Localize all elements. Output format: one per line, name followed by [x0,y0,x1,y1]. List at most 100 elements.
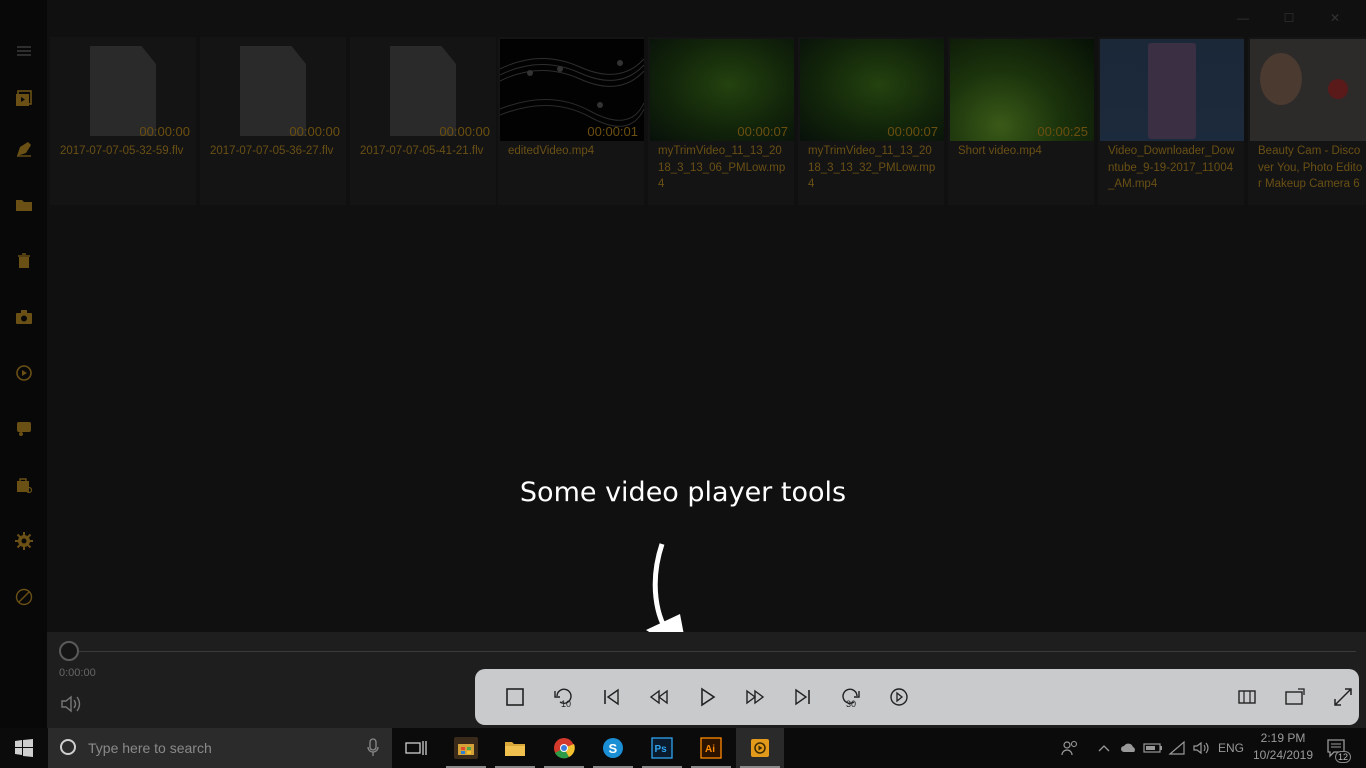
trash-icon[interactable] [12,249,36,273]
fast-forward-button[interactable] [741,683,769,711]
volume-icon[interactable] [59,694,83,714]
video-duration: 00:00:07 [887,124,938,139]
audio-convert-icon[interactable] [12,361,36,385]
close-button[interactable]: ✕ [1312,4,1358,32]
rewind-button[interactable] [645,683,673,711]
thumbnail-preview [1100,39,1244,141]
clock-date: 10/24/2019 [1252,748,1314,762]
phone-screen-image [1148,43,1196,139]
video-thumbnail[interactable]: 00:00:07 myTrimVideo_11_13_2018_3_13_06_… [648,37,794,205]
wifi-icon [1168,740,1185,755]
taskbar-photoshop[interactable]: Ps [638,728,686,768]
onedrive-tray[interactable] [1118,728,1140,768]
maximize-button[interactable]: ☐ [1266,4,1312,32]
video-thumbnail[interactable]: Video_Downloader_Downtube_9-19-2017_1100… [1098,37,1244,205]
task-view-icon [405,741,427,755]
video-filename: myTrimVideo_11_13_2018_3_13_06_PMLow.mp4 [658,145,786,190]
search-icon [60,739,76,755]
edit-icon[interactable] [12,137,36,161]
previous-button[interactable] [597,683,625,711]
show-hidden-icons-button[interactable] [1094,728,1114,768]
stop-button[interactable] [501,683,529,711]
input-language[interactable]: ENG [1214,728,1248,768]
video-filename: Video_Downloader_Downtube_9-19-2017_1100… [1108,145,1235,190]
chevron-up-icon [1098,745,1110,752]
video-library-icon[interactable] [12,86,36,110]
play-button[interactable] [693,683,721,711]
video-filename: 2017-07-07-05-41-21.flv [360,145,484,157]
window-controls: — ☐ ✕ [1220,4,1358,32]
taskbar-clock[interactable]: 2:19 PM 10/24/2019 [1248,730,1318,764]
video-gallery: 00:00:00 2017-07-07-05-32-59.flv 00:00:0… [50,37,1366,207]
playback-speed-button[interactable] [885,683,913,711]
illustrator-icon: Ai [700,737,722,759]
taskbar-skype[interactable]: S [589,728,637,768]
taskbar-file-explorer[interactable] [491,728,539,768]
video-thumbnail[interactable]: 00:00:00 2017-07-07-05-36-27.flv [200,37,346,205]
seek-bar[interactable] [71,651,1356,652]
hamburger-menu-icon[interactable] [12,39,36,63]
app-sidebar [0,0,47,728]
video-filename: 2017-07-07-05-36-27.flv [210,145,334,157]
video-filename: myTrimVideo_11_13_2018_3_13_32_PMLow.mp4 [808,145,936,190]
cast-button[interactable] [1281,683,1309,711]
minimize-button[interactable]: — [1220,4,1266,32]
svg-text:S: S [609,741,618,756]
video-duration: 00:00:01 [587,124,638,139]
seek-handle[interactable] [59,641,79,661]
fast-forward-icon [746,689,765,705]
video-filename: Beauty Cam - Discover You, Photo Editor … [1258,145,1363,190]
video-thumbnail[interactable]: 00:00:00 2017-07-07-05-41-21.flv [350,37,496,205]
play-icon [701,687,716,707]
folder-icon[interactable] [12,193,36,217]
settings-gear-icon[interactable] [12,529,36,553]
fullscreen-button[interactable] [1329,683,1357,711]
task-view-button[interactable] [392,728,440,768]
video-thumbnail[interactable]: 00:00:25 Short video.mp4 [948,37,1094,205]
network-tray[interactable] [1166,728,1188,768]
rewind-icon [649,689,668,705]
video-duration: 00:00:00 [289,124,340,139]
video-thumbnail[interactable]: Beauty Cam - Discover You, Photo Editor … [1248,37,1366,205]
fullscreen-icon [1334,688,1352,706]
skip-back-10-icon: 10 [554,688,572,708]
video-duration: 00:00:07 [737,124,788,139]
windows-logo-icon [15,739,33,757]
photoshop-icon: Ps [651,737,673,759]
store-app-icon [454,737,478,759]
video-duration: 00:00:00 [139,124,190,139]
previous-track-icon [604,688,619,706]
video-player-app-icon [751,739,769,757]
svg-text:Ai: Ai [705,744,715,755]
volume-tray[interactable] [1190,728,1212,768]
action-center-button[interactable]: 12 [1320,728,1354,768]
skip-forward-30-icon: 30 [842,688,860,708]
start-button[interactable] [0,728,48,768]
taskbar-video-player[interactable] [736,728,784,768]
taskbar-search-box[interactable]: Type here to search [48,728,392,768]
app-button-image [1328,79,1348,99]
video-thumbnail[interactable]: 00:00:00 2017-07-07-05-32-59.flv [50,37,196,205]
portrait-image [1260,53,1302,105]
taskbar-chrome[interactable] [540,728,588,768]
skip-forward-30-button[interactable]: 30 [837,683,865,711]
people-button[interactable] [1058,728,1082,768]
skip-back-10-button[interactable]: 10 [549,683,577,711]
video-thumbnail[interactable]: 00:00:01 editedVideo.mp4 [498,37,644,205]
taskbar-store-app[interactable] [442,728,490,768]
ads-off-icon[interactable] [12,585,36,609]
cloud-sync-icon [1121,743,1135,752]
next-track-icon [795,688,810,706]
battery-tray[interactable] [1142,728,1164,768]
svg-text:Ps: Ps [655,744,668,755]
folder-app-icon [503,737,527,759]
next-button[interactable] [789,683,817,711]
microphone-icon[interactable] [366,738,380,758]
camera-icon[interactable] [12,305,36,329]
feedback-icon[interactable] [12,417,36,441]
skype-icon: S [603,738,623,758]
compact-overlay-button[interactable] [1233,683,1261,711]
video-filename: Short video.mp4 [958,145,1042,157]
taskbar-illustrator[interactable]: Ai [687,728,735,768]
video-thumbnail[interactable]: 00:00:07 myTrimVideo_11_13_2018_3_13_32_… [798,37,944,205]
